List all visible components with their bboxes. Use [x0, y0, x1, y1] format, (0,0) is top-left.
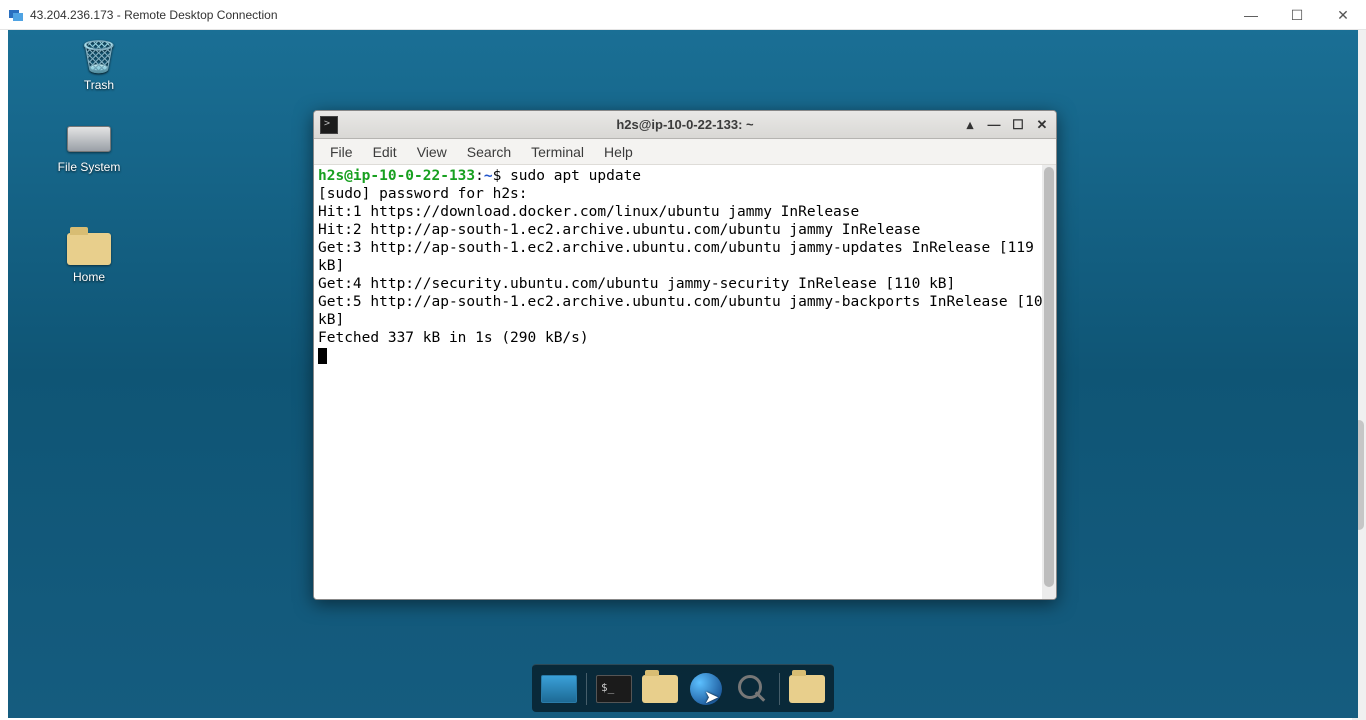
menu-help[interactable]: Help [594, 141, 643, 163]
terminal-command: sudo apt update [510, 168, 641, 184]
terminal-close-button[interactable]: ✕ [1032, 116, 1052, 134]
terminal-output-line: Fetched 337 kB in 1s (290 kB/s) [318, 330, 589, 346]
terminal-minimize-button[interactable]: — [984, 116, 1004, 134]
terminal-maximize-button[interactable]: ☐ [1008, 116, 1028, 134]
desktop-icon-filesystem[interactable]: File System [44, 120, 134, 174]
dock-web-browser[interactable]: ➤ [685, 670, 727, 708]
terminal-cursor [318, 348, 327, 364]
terminal-scrollbar[interactable] [1042, 165, 1056, 599]
folder-icon [65, 230, 113, 268]
desktop-icon-label: Trash [84, 78, 114, 92]
terminal-output-line: Get:4 http://security.ubuntu.com/ubuntu … [318, 276, 955, 292]
terminal-scrollbar-thumb[interactable] [1044, 167, 1054, 587]
trash-icon: 🗑️ [75, 38, 123, 76]
menu-view[interactable]: View [407, 141, 457, 163]
rdp-close-button[interactable]: ✕ [1320, 0, 1366, 30]
desktop-icon-trash[interactable]: 🗑️ Trash [54, 38, 144, 92]
desktop-icon-label: Home [73, 270, 105, 284]
dock-separator [779, 673, 780, 705]
prompt-user: h2s@ip-10-0-22-133 [318, 168, 475, 184]
desktop-glyph-icon [541, 675, 577, 703]
folder-glyph-icon [642, 675, 678, 703]
dock-file-manager[interactable] [639, 670, 681, 708]
dock-app-finder[interactable] [731, 670, 773, 708]
terminal-window[interactable]: h2s@ip-10-0-22-133: ~ ▴ — ☐ ✕ File Edit … [313, 110, 1057, 600]
menu-file[interactable]: File [320, 141, 363, 163]
dock-panel: ➤ [532, 664, 834, 712]
folder-glyph-icon [789, 675, 825, 703]
menu-edit[interactable]: Edit [363, 141, 407, 163]
terminal-output-line: Get:5 http://ap-south-1.ec2.archive.ubun… [318, 294, 1057, 328]
rdp-titlebar: 43.204.236.173 - Remote Desktop Connecti… [0, 0, 1366, 30]
terminal-output-line: Hit:1 https://download.docker.com/linux/… [318, 204, 859, 220]
terminal-menubar: File Edit View Search Terminal Help [314, 139, 1056, 165]
terminal-body[interactable]: h2s@ip-10-0-22-133:~$ sudo apt update [s… [314, 165, 1056, 599]
menu-terminal[interactable]: Terminal [521, 141, 594, 163]
rdp-icon [8, 7, 24, 23]
drive-icon [65, 120, 113, 158]
dock-separator [586, 673, 587, 705]
desktop-icon-label: File System [58, 160, 121, 174]
dock-home-folder[interactable] [786, 670, 828, 708]
terminal-output-line: [sudo] password for h2s: [318, 186, 528, 202]
dock-show-desktop[interactable] [538, 670, 580, 708]
magnifier-icon [736, 673, 768, 705]
terminal-glyph-icon [596, 675, 632, 703]
remote-desktop: 🗑️ Trash File System Home h2s@ip-10-0-22… [8, 30, 1358, 718]
rdp-minimize-button[interactable]: — [1228, 0, 1274, 30]
terminal-title-text: h2s@ip-10-0-22-133: ~ [616, 117, 753, 132]
terminal-titlebar[interactable]: h2s@ip-10-0-22-133: ~ ▴ — ☐ ✕ [314, 111, 1056, 139]
terminal-output-line: Hit:2 http://ap-south-1.ec2.archive.ubun… [318, 222, 920, 238]
menu-search[interactable]: Search [457, 141, 521, 163]
terminal-output-line: Get:3 http://ap-south-1.ec2.archive.ubun… [318, 240, 1043, 274]
cursor-icon: ➤ [704, 687, 719, 708]
desktop-icon-home[interactable]: Home [44, 230, 134, 284]
rdp-title-text: 43.204.236.173 - Remote Desktop Connecti… [30, 8, 278, 22]
terminal-rollup-button[interactable]: ▴ [960, 116, 980, 134]
dock-terminal[interactable] [593, 670, 635, 708]
prompt-path: ~ [484, 168, 493, 184]
terminal-app-icon [320, 116, 338, 134]
rdp-maximize-button[interactable]: ☐ [1274, 0, 1320, 30]
